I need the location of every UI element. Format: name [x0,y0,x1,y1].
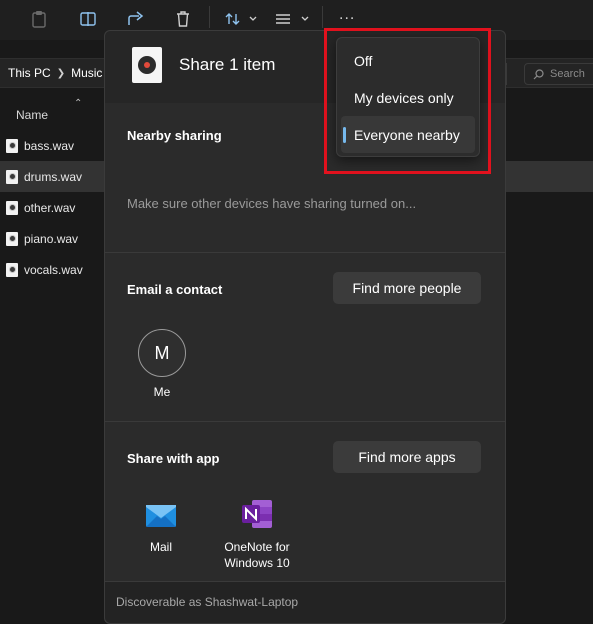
address-divider [506,63,507,85]
music-file-icon [132,47,162,83]
app-name: OneNote for [224,540,290,554]
mail-icon [144,497,178,531]
section-divider [105,421,505,422]
paste-icon[interactable] [27,8,51,30]
share-with-app-title: Share with app [127,451,220,466]
app-name: Mail [149,540,172,554]
chevron-right-icon: ❯ [56,67,66,79]
nearby-sharing-title: Nearby sharing [127,128,222,143]
audio-file-icon [6,262,18,277]
contact-me[interactable]: M Me [137,329,187,399]
share-title: Share 1 item [179,55,276,74]
search-input[interactable]: Search [524,63,593,85]
more-icon[interactable]: ... [339,6,359,24]
find-more-people-button[interactable]: Find more people [333,272,481,304]
audio-file-icon [6,138,18,153]
copy-path-icon[interactable] [76,8,100,30]
file-row[interactable]: drums.wav [0,161,105,192]
share-footer: Discoverable as Shashwat-Laptop [105,581,505,623]
sort-caret-icon: ⌃ [74,98,83,109]
nearby-sharing-hint: Make sure other devices have sharing tur… [127,196,417,211]
toolbar-separator [322,6,323,28]
find-more-apps-button[interactable]: Find more apps [333,441,481,473]
file-name: other.wav [24,200,76,215]
file-name: vocals.wav [24,262,83,277]
column-header-name[interactable]: Name [16,108,48,122]
app-onenote[interactable]: OneNote for Windows 10 [219,497,295,571]
app-mail[interactable]: Mail [141,497,181,555]
onenote-icon [240,497,274,531]
file-name: piano.wav [24,231,79,246]
breadcrumb-music[interactable]: Music [71,66,102,80]
share-icon[interactable] [124,8,148,30]
section-divider [105,252,505,253]
search-icon [533,68,544,79]
file-name: bass.wav [24,138,75,153]
nearby-sharing-dropdown: Off My devices only Everyone nearby [336,37,480,157]
file-list: bass.wav drums.wav other.wav piano.wav v… [0,130,105,285]
file-row[interactable]: piano.wav [0,223,105,254]
selected-row-highlight [505,161,593,192]
option-my-devices-only[interactable]: My devices only [341,79,475,116]
address-bar[interactable]: This PC ❯ Music [0,58,110,88]
file-name: drums.wav [24,169,83,184]
email-contact-title: Email a contact [127,282,223,297]
view-icon[interactable] [274,8,314,30]
toolbar-separator [209,6,210,28]
delete-icon[interactable] [171,8,195,30]
breadcrumb-this-pc[interactable]: This PC [8,66,51,80]
file-row[interactable]: bass.wav [0,130,105,161]
search-placeholder: Search [550,68,585,80]
avatar: M [138,329,186,377]
audio-file-icon [6,231,18,246]
discoverable-text: Discoverable as Shashwat-Laptop [116,595,299,609]
option-off[interactable]: Off [341,42,475,79]
file-row[interactable]: other.wav [0,192,105,223]
search-area: Search [506,58,593,88]
file-row[interactable]: vocals.wav [0,254,105,285]
app-name-line2: Windows 10 [224,556,290,570]
option-everyone-nearby[interactable]: Everyone nearby [341,116,475,153]
audio-file-icon [6,200,18,215]
contact-name: Me [153,385,171,399]
audio-file-icon [6,169,18,184]
sort-icon[interactable] [224,8,262,30]
